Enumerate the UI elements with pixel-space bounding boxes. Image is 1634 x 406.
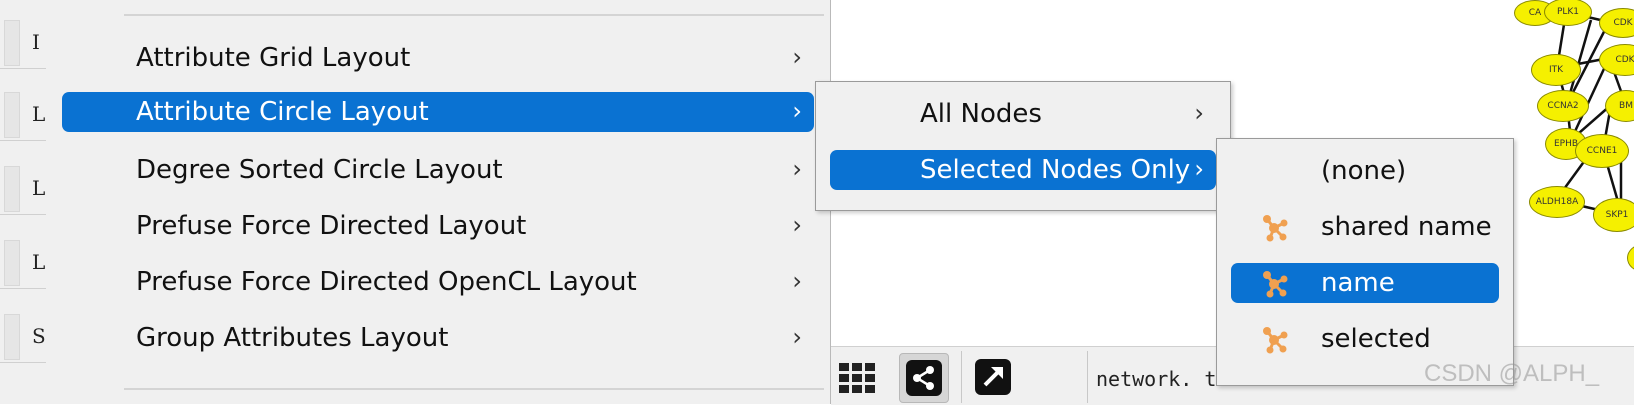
menu-item-attribute-circle-layout[interactable]: Attribute Circle Layout › <box>62 92 814 132</box>
menu-item-label: selected <box>1321 324 1431 354</box>
row-label: L <box>32 176 46 200</box>
menu-item-all-nodes[interactable]: All Nodes › <box>830 94 1216 134</box>
row-label: S <box>32 324 46 348</box>
row-label: L <box>32 250 46 274</box>
node-scope-submenu: All Nodes › Selected Nodes Only › <box>815 81 1231 211</box>
menu-item-label: (none) <box>1321 156 1407 186</box>
chevron-right-icon: › <box>792 211 802 239</box>
menu-item-degree-sorted-circle-layout[interactable]: Degree Sorted Circle Layout › <box>62 150 814 190</box>
menu-item-label: All Nodes <box>920 99 1042 129</box>
menu-item-prefuse-force-directed-opencl-layout[interactable]: Prefuse Force Directed OpenCL Layout › <box>62 262 814 302</box>
network-attribute-icon <box>1263 271 1288 298</box>
menu-item-label: name <box>1321 268 1395 298</box>
menu-item-shared-name[interactable]: shared name <box>1231 207 1499 247</box>
chevron-right-icon: › <box>792 43 802 71</box>
menu-item-selected[interactable]: selected <box>1231 319 1499 359</box>
chevron-right-icon: › <box>1194 99 1204 127</box>
network-view-button[interactable] <box>899 353 949 403</box>
table-row[interactable]: L <box>0 86 46 141</box>
menu-item-label: Group Attributes Layout <box>136 323 449 353</box>
table-row[interactable]: I <box>0 14 46 69</box>
chevron-right-icon: › <box>792 97 802 125</box>
external-link-icon <box>975 359 1011 395</box>
menu-item-label: Prefuse Force Directed OpenCL Layout <box>136 267 637 297</box>
menu-item-label: Degree Sorted Circle Layout <box>136 155 503 185</box>
chevron-right-icon: › <box>792 323 802 351</box>
menu-item-label: Prefuse Force Directed Layout <box>136 211 527 241</box>
network-attribute-icon <box>1263 327 1288 354</box>
chevron-right-icon: › <box>792 267 802 295</box>
toolbar-divider <box>1087 351 1088 403</box>
grid-view-button[interactable] <box>833 353 881 401</box>
network-node[interactable]: ITK <box>1531 54 1581 86</box>
network-node[interactable]: CCNE1 <box>1575 134 1629 168</box>
table-column-strip: I L L L S <box>0 0 51 404</box>
row-label: L <box>32 102 46 126</box>
menu-item-group-attributes-layout[interactable]: Group Attributes Layout › <box>62 318 814 358</box>
network-attribute-icon <box>1263 215 1288 242</box>
menu-item-label: Selected Nodes Only <box>920 155 1191 185</box>
chevron-right-icon: › <box>792 155 802 183</box>
menu-item-label: Attribute Grid Layout <box>136 43 411 73</box>
share-icon <box>906 360 942 396</box>
table-row[interactable]: L <box>0 160 46 215</box>
detach-view-button[interactable] <box>969 353 1017 401</box>
menu-separator <box>124 14 824 16</box>
layout-menu: Attribute Grid Layout › Attribute Circle… <box>50 0 831 404</box>
chevron-right-icon: › <box>1194 155 1204 183</box>
table-row[interactable]: S <box>0 308 46 363</box>
menu-item-name[interactable]: name <box>1231 263 1499 303</box>
network-node[interactable]: CCNA2 <box>1537 90 1589 122</box>
attribute-submenu: (none) shared name name selected <box>1216 138 1514 386</box>
menu-item-label: shared name <box>1321 212 1492 242</box>
grid-icon <box>839 363 875 393</box>
menu-item-attribute-grid-layout[interactable]: Attribute Grid Layout › <box>62 38 814 78</box>
toolbar-divider <box>961 351 962 403</box>
menu-item-none[interactable]: (none) <box>1231 151 1499 191</box>
network-node[interactable]: SKP1 <box>1593 198 1634 232</box>
watermark: CSDN @ALPH_ <box>1424 360 1600 387</box>
table-row[interactable]: L <box>0 234 46 289</box>
menu-item-label: Attribute Circle Layout <box>136 97 429 127</box>
menu-separator <box>124 388 824 390</box>
network-node[interactable]: ALDH18A <box>1529 186 1585 218</box>
menu-item-prefuse-force-directed-layout[interactable]: Prefuse Force Directed Layout › <box>62 206 814 246</box>
row-label: I <box>32 30 40 54</box>
menu-item-selected-nodes-only[interactable]: Selected Nodes Only › <box>830 150 1216 190</box>
